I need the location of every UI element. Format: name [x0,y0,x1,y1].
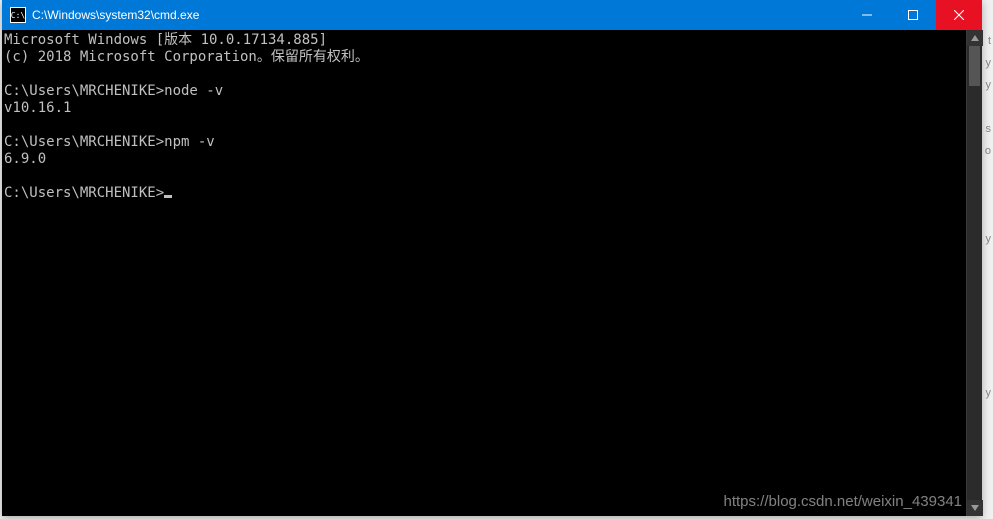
bg-fragment: y [985,382,991,404]
terminal-line [4,117,966,134]
bg-fragment [985,162,991,184]
window-title: C:\Windows\system32\cmd.exe [32,8,844,22]
titlebar[interactable]: C:\ C:\Windows\system32\cmd.exe [2,0,982,30]
bg-fragment: s [985,118,991,140]
bg-fragment [985,360,991,382]
terminal-line: C:\Users\MRCHENIKE>npm -v [4,134,966,151]
bg-fragment [985,316,991,338]
bg-fragment [985,96,991,118]
background-page-fragments: tyysoyy [985,30,991,404]
terminal-line: (c) 2018 Microsoft Corporation。保留所有权利。 [4,49,966,66]
terminal-line: C:\Users\MRCHENIKE> [4,185,966,202]
terminal-line: 6.9.0 [4,151,966,168]
scroll-thumb[interactable] [969,46,980,86]
bg-fragment: t [985,30,991,52]
cursor [164,195,172,198]
bg-fragment: y [985,74,991,96]
bg-fragment [985,294,991,316]
bg-fragment [985,338,991,360]
cmd-icon: C:\ [10,7,26,23]
terminal-line [4,168,966,185]
bg-fragment [985,272,991,294]
terminal-output[interactable]: Microsoft Windows [版本 10.0.17134.885](c)… [2,30,966,516]
terminal-line [4,66,966,83]
maximize-button[interactable] [890,0,936,30]
bg-fragment: o [985,140,991,162]
bg-fragment [985,206,991,228]
bg-fragment [985,250,991,272]
window-controls [844,0,982,30]
vertical-scrollbar[interactable] [966,30,982,516]
close-button[interactable] [936,0,982,30]
minimize-button[interactable] [844,0,890,30]
terminal-line: Microsoft Windows [版本 10.0.17134.885] [4,32,966,49]
terminal-line: C:\Users\MRCHENIKE>node -v [4,83,966,100]
scroll-track[interactable] [967,46,982,500]
bg-fragment: y [985,228,991,250]
bg-fragment [985,184,991,206]
scroll-down-button[interactable] [967,500,983,516]
terminal-body: Microsoft Windows [版本 10.0.17134.885](c)… [2,30,982,516]
bg-fragment: y [985,52,991,74]
terminal-line: v10.16.1 [4,100,966,117]
cmd-window: C:\ C:\Windows\system32\cmd.exe Microsof… [2,0,982,516]
scroll-up-button[interactable] [967,30,983,46]
